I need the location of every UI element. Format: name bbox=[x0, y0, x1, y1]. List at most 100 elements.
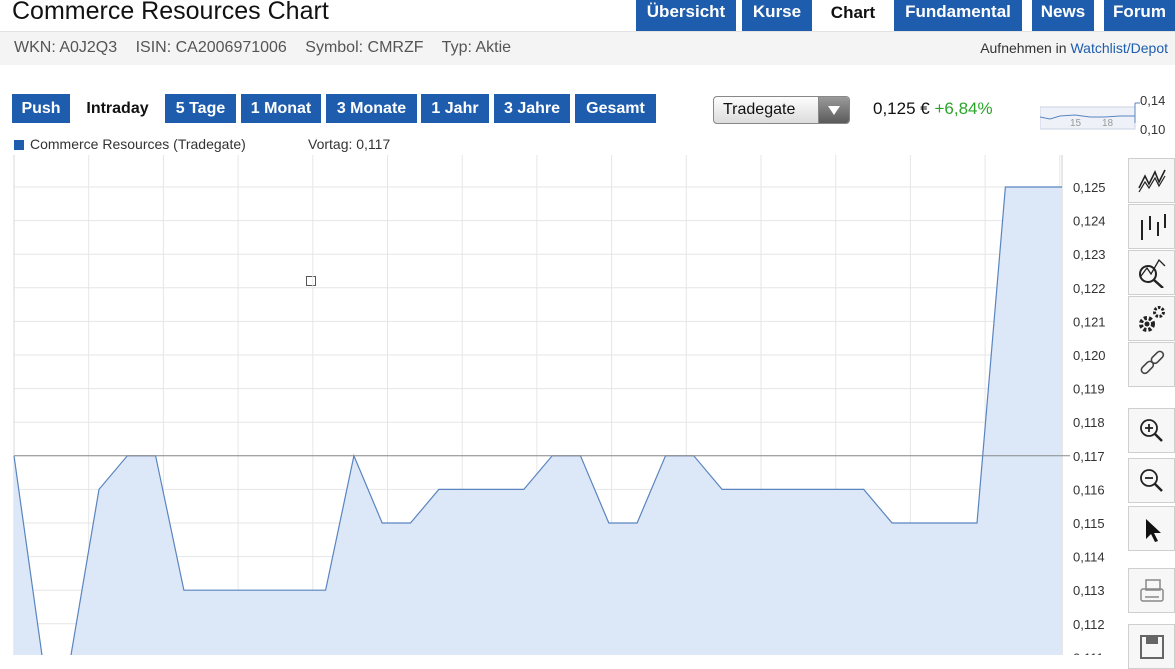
data-point bbox=[721, 488, 724, 491]
data-point bbox=[891, 522, 894, 525]
y-tick-label: 0,111 bbox=[1073, 650, 1104, 655]
legend-previous-close[interactable]: Vortag: 0,117 bbox=[292, 136, 391, 286]
last-price: 0,125 € bbox=[873, 99, 930, 118]
range-tab-1-monat[interactable]: 1 Monat bbox=[241, 94, 321, 123]
data-point bbox=[862, 488, 865, 491]
data-point bbox=[1004, 186, 1007, 189]
ohlc-chart-icon bbox=[1141, 214, 1166, 240]
range-tab-3-jahre[interactable]: 3 Jahre bbox=[494, 94, 570, 123]
type-label: Typ: Aktie bbox=[441, 39, 512, 56]
data-point bbox=[1061, 186, 1064, 189]
series-color-swatch bbox=[14, 140, 24, 150]
mini-chart-x-label: 18 bbox=[1102, 118, 1114, 129]
y-tick-label: 0,115 bbox=[1073, 516, 1105, 531]
symbol-label: Symbol: CMRZF bbox=[305, 39, 424, 56]
security-info-bar: WKN: A0J2Q3 ISIN: CA2006971006 Symbol: C… bbox=[0, 31, 1175, 65]
data-point bbox=[211, 589, 214, 592]
indicator-search-button[interactable] bbox=[1128, 250, 1175, 295]
data-point bbox=[806, 488, 809, 491]
line-chart-button[interactable] bbox=[1128, 158, 1175, 203]
data-point bbox=[777, 488, 780, 491]
tab-uebersicht[interactable]: Übersicht bbox=[636, 0, 736, 31]
data-point bbox=[182, 589, 185, 592]
link-icon bbox=[1140, 350, 1165, 375]
tab-chart[interactable]: Chart bbox=[818, 0, 888, 31]
tab-kurse[interactable]: Kurse bbox=[742, 0, 812, 31]
page-title: Commerce Resources Chart bbox=[12, 0, 329, 25]
mini-chart-y-low: 0,10 bbox=[1140, 122, 1165, 137]
mini-overview-chart[interactable]: 15 18 0,14 0,10 bbox=[1040, 95, 1175, 140]
range-tab-push[interactable]: Push bbox=[12, 94, 70, 123]
settings-button[interactable] bbox=[1128, 296, 1175, 341]
y-axis: 0,111 0,112 0,113 0,114 0,115 0,116 0,117 0,118… bbox=[1073, 180, 1106, 655]
data-point bbox=[381, 522, 384, 525]
y-tick-label: 0,114 bbox=[1073, 550, 1105, 565]
data-point bbox=[522, 488, 525, 491]
intraday-chart[interactable]: 0,111 0,112 0,113 0,114 0,115 0,116 0,117 0,118… bbox=[0, 155, 1125, 655]
indicator-search-icon bbox=[1139, 258, 1166, 288]
y-tick-label: 0,120 bbox=[1073, 348, 1106, 363]
settings-icon bbox=[1139, 306, 1165, 332]
data-point bbox=[296, 589, 299, 592]
y-tick-label: 0,122 bbox=[1073, 281, 1106, 296]
line-chart-icon bbox=[1138, 169, 1166, 193]
zoom-in-button[interactable] bbox=[1128, 408, 1175, 453]
price-change: +6,84% bbox=[934, 99, 993, 118]
save-icon bbox=[1140, 635, 1164, 659]
watchlist-depot-link[interactable]: Watchlist/Depot bbox=[1070, 40, 1168, 56]
data-point bbox=[466, 488, 469, 491]
range-tab-3-monate[interactable]: 3 Monate bbox=[326, 94, 417, 123]
data-point bbox=[636, 522, 639, 525]
y-tick-label: 0,125 bbox=[1073, 180, 1106, 195]
save-button[interactable] bbox=[1128, 624, 1175, 669]
y-tick-label: 0,119 bbox=[1073, 382, 1105, 397]
quote-display: 0,125 € +6,84% bbox=[873, 99, 993, 119]
zoom-in-icon bbox=[1140, 419, 1163, 442]
data-point bbox=[607, 522, 610, 525]
pointer-icon bbox=[1146, 519, 1161, 542]
exchange-select[interactable]: Tradegate bbox=[713, 96, 850, 124]
data-point bbox=[437, 488, 440, 491]
chart-area-layer bbox=[13, 186, 1064, 655]
legend-previous-label: Vortag: 0,117 bbox=[308, 136, 391, 152]
y-tick-label: 0,123 bbox=[1073, 247, 1106, 262]
data-point bbox=[1032, 186, 1035, 189]
range-tab-intraday[interactable]: Intraday bbox=[75, 94, 160, 123]
isin-label: ISIN: CA2006971006 bbox=[135, 39, 287, 56]
y-tick-label: 0,112 bbox=[1073, 617, 1105, 632]
security-identifiers: WKN: A0J2Q3 ISIN: CA2006971006 Symbol: C… bbox=[14, 39, 525, 57]
data-point bbox=[267, 589, 270, 592]
legend-series-label: Commerce Resources (Tradegate) bbox=[30, 136, 246, 152]
link-button[interactable] bbox=[1128, 342, 1175, 387]
data-point bbox=[919, 522, 922, 525]
y-tick-label: 0,121 bbox=[1073, 314, 1106, 329]
wkn-label: WKN: A0J2Q3 bbox=[14, 39, 118, 56]
range-tab-1-jahr[interactable]: 1 Jahr bbox=[421, 94, 489, 123]
exchange-selected-value: Tradegate bbox=[723, 101, 796, 118]
pointer-button[interactable] bbox=[1128, 506, 1175, 551]
tab-news[interactable]: News bbox=[1032, 0, 1094, 31]
y-tick-label: 0,116 bbox=[1073, 482, 1105, 497]
y-tick-label: 0,117 bbox=[1073, 449, 1105, 464]
print-button[interactable] bbox=[1128, 568, 1175, 613]
data-point bbox=[834, 488, 837, 491]
y-tick-label: 0,124 bbox=[1073, 214, 1106, 229]
range-tab-gesamt[interactable]: Gesamt bbox=[575, 94, 656, 123]
data-point bbox=[324, 589, 327, 592]
y-tick-label: 0,113 bbox=[1073, 583, 1105, 598]
tab-forum[interactable]: Forum bbox=[1104, 0, 1175, 31]
ohlc-chart-button[interactable] bbox=[1128, 204, 1175, 249]
data-point bbox=[976, 522, 979, 525]
mini-chart-y-high: 0,14 bbox=[1140, 95, 1165, 108]
data-point bbox=[239, 589, 242, 592]
range-tab-5-tage[interactable]: 5 Tage bbox=[165, 94, 236, 123]
chevron-down-icon[interactable] bbox=[818, 97, 849, 123]
zoom-out-button[interactable] bbox=[1128, 458, 1175, 503]
print-icon bbox=[1140, 579, 1164, 602]
legend-series[interactable]: Commerce Resources (Tradegate) bbox=[14, 136, 246, 152]
zoom-out-icon bbox=[1140, 469, 1163, 492]
tab-fundamental[interactable]: Fundamental bbox=[894, 0, 1022, 31]
add-to-watchlist: Aufnehmen in Watchlist/Depot bbox=[980, 40, 1168, 56]
data-point bbox=[97, 488, 100, 491]
data-point bbox=[947, 522, 950, 525]
